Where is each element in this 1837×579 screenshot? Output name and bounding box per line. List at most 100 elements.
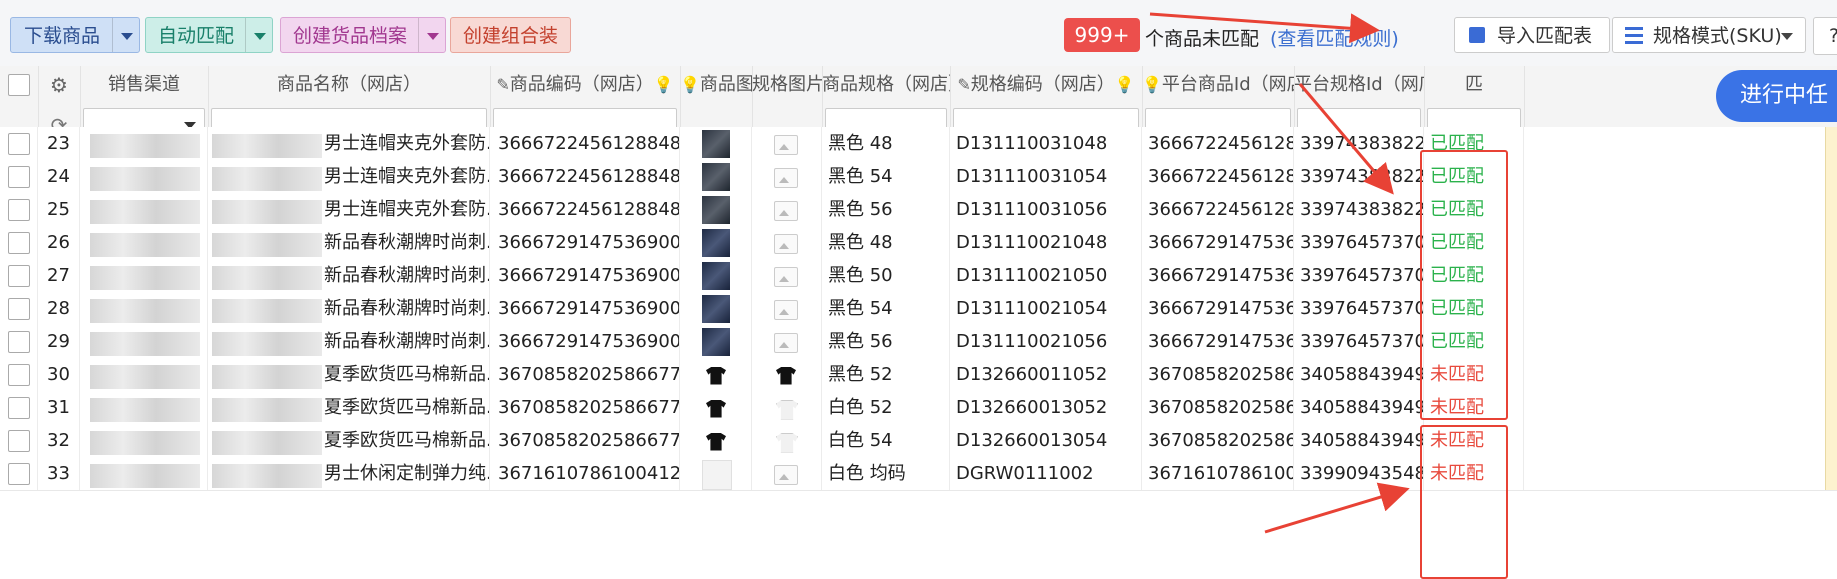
row-action-cell[interactable]	[1825, 259, 1837, 292]
table-row[interactable]: 28 新品春秋潮牌时尚刺...3666729147536900371 黑色 54D1…	[0, 292, 1837, 326]
product-name-cell[interactable]: 男士连帽夹克外套防...	[208, 127, 490, 160]
product-name-cell[interactable]: 新品春秋潮牌时尚刺...	[208, 325, 490, 358]
row-action-cell[interactable]	[1825, 391, 1837, 424]
row-checkbox[interactable]	[7, 463, 30, 485]
spec-image-cell[interactable]	[752, 292, 822, 325]
table-row[interactable]: 32 夏季欧货匹马棉新品...3670858202586677501 白色 54D1…	[0, 424, 1837, 458]
row-checkbox[interactable]	[7, 232, 30, 254]
row-action-cell[interactable]	[1825, 193, 1837, 226]
product-image-cell[interactable]	[680, 457, 752, 490]
spec-image-cell[interactable]	[752, 358, 822, 391]
image-placeholder-icon[interactable]	[774, 233, 798, 254]
row-action-cell[interactable]	[1825, 457, 1837, 490]
row-checkbox[interactable]	[7, 397, 30, 419]
row-action-cell[interactable]	[1825, 325, 1837, 358]
spec-mode-select[interactable]: 规格模式(SKU)	[1612, 17, 1806, 53]
spec-thumbnail[interactable]	[772, 393, 800, 422]
table-row[interactable]: 27 新品春秋潮牌时尚刺...3666729147536900371 黑色 50D1…	[0, 259, 1837, 293]
auto-match-dropdown-toggle[interactable]	[245, 18, 272, 52]
spec-image-cell[interactable]	[752, 457, 822, 490]
product-image-cell[interactable]	[680, 226, 752, 259]
product-name-cell[interactable]: 新品春秋潮牌时尚刺...	[208, 226, 490, 259]
product-thumbnail[interactable]	[702, 195, 730, 224]
product-image-cell[interactable]	[680, 424, 752, 457]
product-thumbnail[interactable]	[702, 294, 730, 323]
table-row[interactable]: 26 新品春秋潮牌时尚刺...3666729147536900371 黑色 48D1…	[0, 226, 1837, 260]
row-action-cell[interactable]	[1825, 127, 1837, 160]
help-button[interactable]: ?	[1813, 17, 1837, 55]
image-placeholder-icon[interactable]	[774, 464, 798, 485]
col-channel[interactable]: 销售渠道	[80, 66, 209, 104]
image-placeholder-icon[interactable]	[774, 332, 798, 353]
import-match-button[interactable]: 导入匹配表	[1454, 17, 1610, 53]
table-row[interactable]: 30 夏季欧货匹马棉新品...3670858202586677501 黑色 52D1…	[0, 358, 1837, 392]
spec-thumbnail[interactable]	[772, 426, 800, 455]
col-spec-code[interactable]: ✎规格编码（网店）💡	[950, 66, 1143, 104]
product-thumbnail[interactable]	[702, 261, 730, 290]
download-products-button[interactable]: 下载商品	[10, 17, 140, 53]
product-image-cell[interactable]	[680, 259, 752, 292]
product-name-cell[interactable]: 新品春秋潮牌时尚刺...	[208, 292, 490, 325]
product-thumbnail[interactable]	[702, 129, 730, 158]
product-name-cell[interactable]: 夏季欧货匹马棉新品...	[208, 424, 490, 457]
row-checkbox[interactable]	[7, 430, 30, 452]
table-row[interactable]: 23 男士连帽夹克外套防...3666722456128848038 黑色 48D1…	[0, 127, 1837, 161]
product-image-cell[interactable]	[680, 292, 752, 325]
create-archive-dropdown-toggle[interactable]	[418, 18, 445, 52]
product-thumbnail[interactable]	[702, 162, 730, 191]
spec-image-cell[interactable]	[752, 226, 822, 259]
product-image-cell[interactable]	[680, 127, 752, 160]
view-match-rules-link[interactable]: (查看匹配规则)	[1270, 24, 1399, 51]
image-placeholder-icon[interactable]	[774, 299, 798, 320]
row-action-cell[interactable]	[1825, 292, 1837, 325]
col-spec[interactable]: 商品规格（网店）	[822, 66, 951, 104]
spec-image-cell[interactable]	[752, 160, 822, 193]
spec-image-cell[interactable]	[752, 391, 822, 424]
task-progress-pill[interactable]: 进行中任	[1716, 70, 1837, 122]
row-checkbox[interactable]	[7, 133, 30, 155]
spec-image-cell[interactable]	[752, 424, 822, 457]
product-name-cell[interactable]: 男士连帽夹克外套防...	[208, 160, 490, 193]
product-thumbnail[interactable]	[702, 426, 730, 455]
product-name-cell[interactable]: 男士连帽夹克外套防...	[208, 193, 490, 226]
download-dropdown-toggle[interactable]	[112, 18, 139, 52]
col-spec-image[interactable]: 规格图片	[752, 66, 823, 104]
product-image-cell[interactable]	[680, 358, 752, 391]
product-name-cell[interactable]: 夏季欧货匹马棉新品...	[208, 391, 490, 424]
row-action-cell[interactable]	[1825, 358, 1837, 391]
create-combo-button[interactable]: 创建组合装	[450, 17, 571, 53]
spec-image-cell[interactable]	[752, 325, 822, 358]
product-image-cell[interactable]	[680, 160, 752, 193]
row-checkbox[interactable]	[7, 331, 30, 353]
product-thumbnail[interactable]	[702, 327, 730, 356]
create-archive-button[interactable]: 创建货品档案	[280, 17, 446, 53]
row-action-cell[interactable]	[1825, 226, 1837, 259]
product-name-cell[interactable]: 男士休闲定制弹力纯...	[208, 457, 490, 490]
product-image-cell[interactable]	[680, 325, 752, 358]
spec-image-cell[interactable]	[752, 259, 822, 292]
col-product-code[interactable]: ✎商品编码（网店）💡	[490, 66, 681, 104]
row-checkbox[interactable]	[7, 166, 30, 188]
table-row[interactable]: 25 男士连帽夹克外套防...3666722456128848038 黑色 56D1…	[0, 193, 1837, 227]
gear-icon[interactable]: ⚙	[50, 73, 68, 97]
table-row[interactable]: 29 新品春秋潮牌时尚刺...3666729147536900371 黑色 56D1…	[0, 325, 1837, 359]
col-platform-product-id[interactable]: 💡平台商品Id（网店）	[1142, 66, 1295, 104]
col-product-name[interactable]: 商品名称（网店）	[208, 66, 491, 104]
row-checkbox[interactable]	[7, 364, 30, 386]
table-row[interactable]: 33 男士休闲定制弹力纯...3671610786100412551 白色 均码DG…	[0, 457, 1837, 491]
image-placeholder-icon[interactable]	[774, 134, 798, 155]
spec-image-cell[interactable]	[752, 127, 822, 160]
product-name-cell[interactable]: 新品春秋潮牌时尚刺...	[208, 259, 490, 292]
table-row[interactable]: 24 男士连帽夹克外套防...3666722456128848038 黑色 54D1…	[0, 160, 1837, 194]
product-name-cell[interactable]: 夏季欧货匹马棉新品...	[208, 358, 490, 391]
spec-image-cell[interactable]	[752, 193, 822, 226]
table-row[interactable]: 31 夏季欧货匹马棉新品...3670858202586677501 白色 52D1…	[0, 391, 1837, 425]
product-thumbnail[interactable]	[702, 360, 730, 389]
col-match-status[interactable]: 匹	[1424, 66, 1525, 104]
row-action-cell[interactable]	[1825, 424, 1837, 457]
image-placeholder-icon[interactable]	[774, 200, 798, 221]
image-placeholder-icon[interactable]	[774, 266, 798, 287]
product-image-cell[interactable]	[680, 391, 752, 424]
row-checkbox[interactable]	[7, 298, 30, 320]
col-product-image[interactable]: 💡商品图	[680, 66, 753, 104]
